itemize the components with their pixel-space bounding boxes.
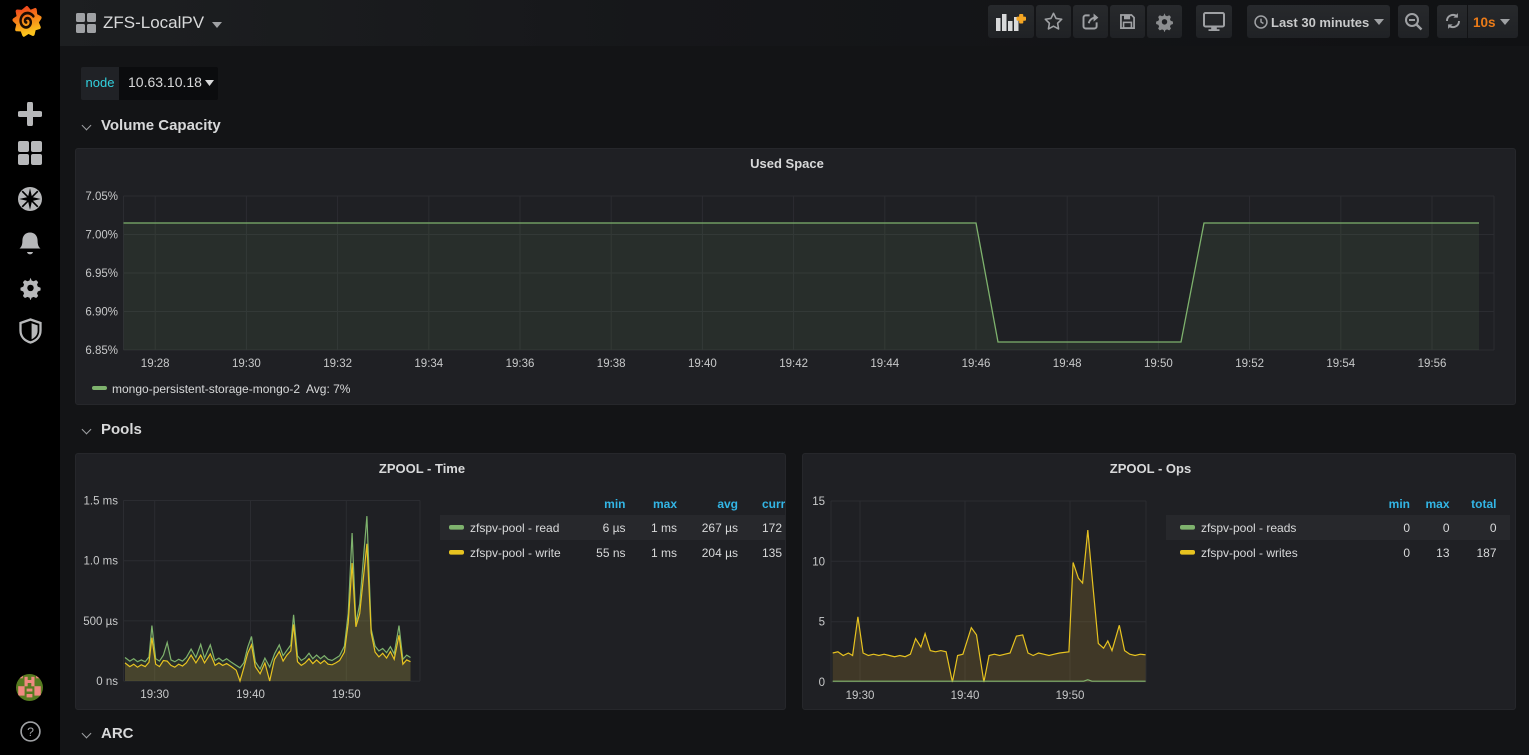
svg-text:0: 0	[1403, 546, 1410, 560]
svg-text:min: min	[1389, 497, 1410, 511]
svg-text:55 ns: 55 ns	[596, 546, 625, 560]
svg-text:19:52: 19:52	[1235, 358, 1264, 370]
svg-text:19:30: 19:30	[232, 358, 261, 370]
svg-text:7.05%: 7.05%	[85, 191, 118, 203]
svg-text:19:42: 19:42	[779, 358, 808, 370]
svg-text:0 ns: 0 ns	[96, 676, 118, 688]
svg-text:19:44: 19:44	[870, 358, 899, 370]
svg-text:19:40: 19:40	[688, 358, 717, 370]
svg-text:0: 0	[1490, 521, 1497, 535]
svg-text:187: 187	[1476, 546, 1496, 560]
svg-text:13: 13	[1436, 546, 1450, 560]
svg-text:zfspv-pool - read: zfspv-pool - read	[470, 521, 559, 535]
svg-text:current: current	[762, 497, 786, 511]
svg-text:19:28: 19:28	[141, 358, 170, 370]
svg-text:19:54: 19:54	[1326, 358, 1355, 370]
svg-text:0: 0	[1403, 521, 1410, 535]
svg-text:172 µs: 172 µs	[762, 521, 786, 535]
svg-text:19:32: 19:32	[323, 358, 352, 370]
svg-text:zfspv-pool - write: zfspv-pool - write	[470, 546, 561, 560]
svg-text:19:36: 19:36	[506, 358, 535, 370]
svg-text:min: min	[604, 497, 625, 511]
svg-text:135 µs: 135 µs	[762, 546, 786, 560]
svg-text:1.0 ms: 1.0 ms	[83, 556, 118, 568]
svg-text:19:40: 19:40	[236, 689, 265, 701]
svg-text:19:40: 19:40	[951, 690, 980, 702]
svg-text:5: 5	[819, 617, 825, 629]
svg-text:mongo-persistent-storage-mongo: mongo-persistent-storage-mongo-2	[112, 382, 300, 396]
svg-text:7.00%: 7.00%	[85, 230, 118, 242]
svg-text:zfspv-pool - writes: zfspv-pool - writes	[1201, 546, 1298, 560]
svg-text:19:30: 19:30	[846, 690, 875, 702]
svg-text:19:48: 19:48	[1053, 358, 1082, 370]
svg-text:10: 10	[812, 556, 825, 568]
svg-text:max: max	[653, 497, 677, 511]
svg-text:?: ?	[27, 725, 34, 739]
svg-text:0: 0	[1443, 521, 1450, 535]
svg-text:19:30: 19:30	[140, 689, 169, 701]
svg-text:zfspv-pool - reads: zfspv-pool - reads	[1201, 521, 1296, 535]
svg-text:19:56: 19:56	[1418, 358, 1447, 370]
svg-text:max: max	[1425, 497, 1449, 511]
svg-text:6.95%: 6.95%	[85, 268, 118, 280]
svg-text:19:46: 19:46	[962, 358, 991, 370]
svg-text:19:38: 19:38	[597, 358, 626, 370]
svg-text:6.85%: 6.85%	[85, 345, 118, 357]
svg-text:avg: avg	[717, 497, 738, 511]
svg-text:0: 0	[819, 677, 825, 689]
svg-text:1.5 ms: 1.5 ms	[83, 496, 118, 508]
svg-text:500 µs: 500 µs	[83, 616, 118, 628]
svg-text:19:34: 19:34	[414, 358, 443, 370]
svg-text:Avg: 7%: Avg: 7%	[306, 382, 351, 396]
svg-text:19:50: 19:50	[1144, 358, 1173, 370]
svg-text:15: 15	[812, 496, 825, 508]
svg-text:6.90%: 6.90%	[85, 307, 118, 319]
svg-text:19:50: 19:50	[332, 689, 361, 701]
svg-text:total: total	[1471, 497, 1496, 511]
svg-text:6 µs: 6 µs	[603, 521, 626, 535]
svg-text:204 µs: 204 µs	[702, 546, 738, 560]
svg-text:19:50: 19:50	[1056, 690, 1085, 702]
svg-text:267 µs: 267 µs	[702, 521, 738, 535]
svg-text:1 ms: 1 ms	[651, 521, 677, 535]
svg-text:1 ms: 1 ms	[651, 546, 677, 560]
